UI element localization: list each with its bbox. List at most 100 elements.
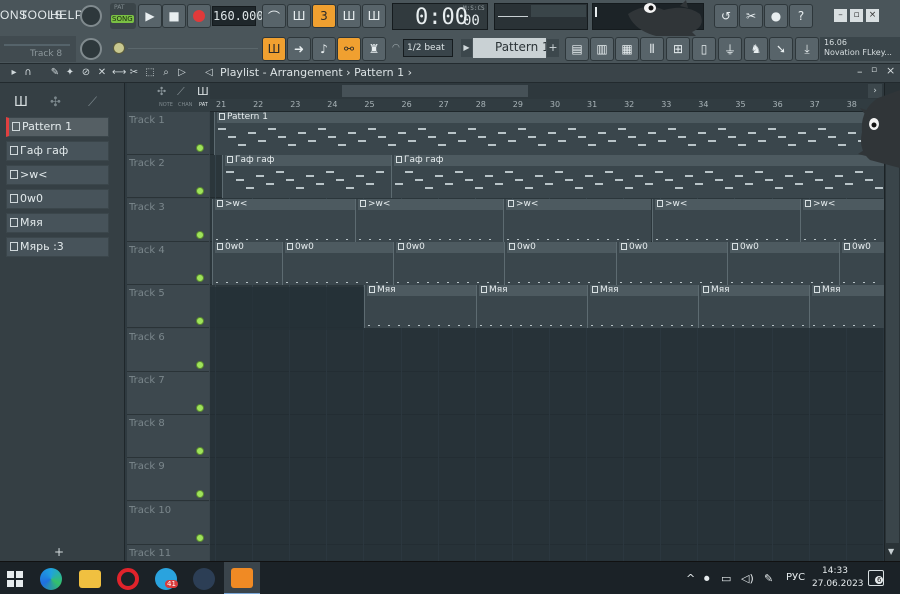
filter-pat-label[interactable]: PAT [199,102,208,108]
fl-studio-taskbar-button[interactable] [224,562,260,594]
pat-song-toggle[interactable]: PAT SONG [110,3,136,29]
pattern-item-4[interactable]: 0w0 [6,189,109,209]
arrangement-grid[interactable]: Pattern 1 Гаф гаф Гаф гаф >w< >w< >w< >w< >w< 0w… [210,112,884,561]
step-edit-icon[interactable]: Ш [337,4,361,28]
add-pattern-button[interactable]: + [547,39,559,57]
record-button[interactable] [187,4,211,28]
track-mute-led[interactable] [196,273,204,282]
slip-icon[interactable]: ⟷ [112,67,126,79]
close-button[interactable]: × [866,9,879,22]
tray-display-icon[interactable]: ▭ [721,572,731,585]
brush-icon[interactable]: ♪ [312,37,336,61]
telegram-icon[interactable]: 41 [155,568,178,590]
pattern-item-5[interactable]: Мяя [6,213,109,233]
tray-pen-icon[interactable]: ✎ [764,572,773,585]
playback-icon[interactable]: ▷ [176,67,188,79]
track-mute-led[interactable] [196,490,204,499]
pattern-clip[interactable]: Мяя [364,285,476,329]
link-icon[interactable]: ⚯ [337,37,361,61]
tray-volume-icon[interactable]: ◁) [741,572,754,585]
track-header[interactable]: Track 4 [127,241,209,285]
step-sequencer-icon[interactable]: ⫴ [640,37,664,61]
download-icon[interactable]: ⤓ [795,37,819,61]
track-header[interactable]: Track 8 [127,415,209,459]
stop-button[interactable]: ■ [162,4,186,28]
opera-browser-icon[interactable] [117,568,139,590]
pattern-clip[interactable]: Мяя [476,285,587,329]
pattern-clip[interactable]: 0w0 [393,241,504,285]
browser-icon[interactable]: ⊞ [666,37,690,61]
pattern-item-2[interactable]: Гаф гаф [6,141,109,161]
menu-arrow-icon[interactable]: ▸ [8,67,20,79]
arrow-right-icon[interactable]: ➜ [287,37,311,61]
pattern-clip[interactable]: >w< [503,198,651,242]
snap-selector[interactable]: 1/2 beat [403,39,453,57]
stamp-icon[interactable]: ♜ [362,37,386,61]
file-explorer-icon[interactable] [79,570,101,588]
midi-device-panel[interactable]: 16.06 Novation FLkey... [820,37,900,61]
magnet-icon[interactable]: ∩ [22,67,34,79]
master-pitch-knob[interactable] [80,38,102,60]
pattern-prev-icon[interactable]: ▶ [461,39,472,57]
pattern-clip[interactable]: >w< [355,198,503,242]
language-indicator[interactable]: РУС [786,572,805,583]
cut-icon[interactable]: ✂ [739,4,763,28]
panel-close-button[interactable]: × [886,64,895,77]
tray-expand-icon[interactable]: ^ [686,572,695,585]
pattern-clip[interactable]: 0w0 [504,241,616,285]
track-header[interactable]: Track 5 [127,285,209,329]
metronome-icon[interactable]: ⌒ [262,4,286,28]
pattern-clip[interactable]: >w< [652,198,800,242]
pattern-item-1[interactable]: Pattern 1 [6,117,109,137]
track-header[interactable]: Track 1 [127,112,209,155]
track-mute-led[interactable] [196,533,204,542]
track-mute-led[interactable] [196,187,204,196]
track-header[interactable]: Track 2 [127,155,209,199]
select-icon[interactable]: ⬚ [144,67,156,79]
track-mute-led[interactable] [196,230,204,239]
playlist-window-icon[interactable]: ▤ [565,37,589,61]
master-slider[interactable] [128,48,258,49]
delete-icon[interactable]: ⊘ [80,67,92,79]
timeline-ruler[interactable]: 21 22 23 24 25 26 27 28 29 30 31 32 33 34 35 36 37 38 [210,99,884,112]
automation-icon[interactable]: ⟋ [88,95,97,110]
pattern-item-3[interactable]: >w< [6,165,109,185]
pattern-clip[interactable]: Мяя [809,285,884,329]
pattern-clip[interactable]: >w< [800,198,884,242]
clock-date[interactable]: 27.06.2023 [812,579,864,589]
tray-mic-icon[interactable]: ⏺ [704,572,710,586]
pattern-clip[interactable]: Гаф гаф [222,155,391,199]
master-volume-knob[interactable] [80,5,102,27]
windows-start-icon[interactable] [6,570,24,588]
clock-time[interactable]: 14:33 [822,566,848,576]
panel-restore-button[interactable]: ▫ [871,65,877,75]
scroll-down-icon[interactable]: ▼ [888,547,894,556]
undo-icon[interactable]: ↺ [714,4,738,28]
pencil-icon[interactable]: ✎ [49,67,61,79]
menu-help[interactable]: HELP [50,8,83,24]
speaker-icon[interactable]: ◁ [203,67,215,79]
pattern-clip[interactable]: 0w0 [616,241,727,285]
edge-browser-icon[interactable] [40,568,62,590]
countdown-icon[interactable]: 3 [312,4,336,28]
pattern-clip[interactable]: 0w0 [212,241,282,285]
restore-button[interactable]: ▫ [850,9,863,22]
wait-input-icon[interactable]: Ш [287,4,311,28]
channel-rack-icon[interactable]: ▥ [590,37,614,61]
pattern-item-6[interactable]: Мярь :3 [6,237,109,257]
plugin-icon[interactable]: ⏚ [718,37,742,61]
vertical-scroll-thumb[interactable] [886,111,899,543]
pattern-clip[interactable]: Гаф гаф [391,155,884,199]
mixer-icon[interactable]: ▦ [615,37,639,61]
horizontal-scroll[interactable]: › [210,83,884,99]
pattern-clip[interactable]: Мяя [698,285,809,329]
track-header[interactable]: Track 10 [127,501,209,545]
microphone-icon[interactable]: ● [764,4,788,28]
tempo-display[interactable]: 160.000 [212,6,264,26]
pattern-clip[interactable]: 0w0 [727,241,839,285]
pattern-selector[interactable]: Pattern 1 [473,38,546,58]
tempo-tapper-icon[interactable]: ♞ [744,37,768,61]
add-pattern-plus-button[interactable]: + [54,545,64,559]
track-mute-led[interactable] [196,403,204,412]
panel-minimize-button[interactable]: – [857,65,863,78]
